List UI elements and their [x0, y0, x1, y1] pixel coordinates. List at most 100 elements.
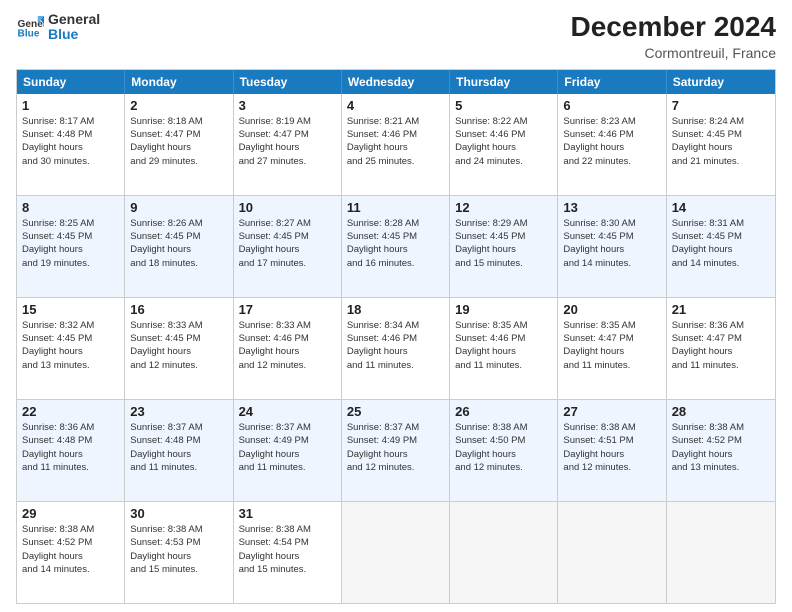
sunrise-text: Sunrise: 8:36 AM [22, 422, 94, 433]
daylight-text: Daylight hours [239, 346, 300, 357]
daylight-text: Daylight hours [455, 449, 516, 460]
calendar-cell: 24Sunrise: 8:37 AMSunset: 4:49 PMDayligh… [234, 400, 342, 501]
daylight-detail: and 21 minutes. [672, 156, 740, 167]
sunrise-text: Sunrise: 8:18 AM [130, 116, 202, 127]
sunset-text: Sunset: 4:54 PM [239, 537, 309, 548]
calendar-cell: 29Sunrise: 8:38 AMSunset: 4:52 PMDayligh… [17, 502, 125, 603]
sunrise-text: Sunrise: 8:38 AM [130, 524, 202, 535]
daylight-detail: and 29 minutes. [130, 156, 198, 167]
calendar-cell: 8Sunrise: 8:25 AMSunset: 4:45 PMDaylight… [17, 196, 125, 297]
sunrise-text: Sunrise: 8:38 AM [563, 422, 635, 433]
logo-icon: General Blue [16, 13, 44, 41]
daylight-detail: and 24 minutes. [455, 156, 523, 167]
day-info: Sunrise: 8:33 AMSunset: 4:45 PMDaylight … [130, 319, 227, 372]
calendar-cell: 26Sunrise: 8:38 AMSunset: 4:50 PMDayligh… [450, 400, 558, 501]
day-of-week-header: Friday [558, 70, 666, 94]
day-number: 28 [672, 404, 770, 419]
sunset-text: Sunset: 4:46 PM [239, 333, 309, 344]
sunset-text: Sunset: 4:47 PM [239, 129, 309, 140]
daylight-detail: and 19 minutes. [22, 258, 90, 269]
daylight-detail: and 13 minutes. [22, 360, 90, 371]
calendar-body: 1Sunrise: 8:17 AMSunset: 4:48 PMDaylight… [17, 94, 775, 603]
day-number: 3 [239, 98, 336, 113]
daylight-text: Daylight hours [130, 551, 191, 562]
day-number: 18 [347, 302, 444, 317]
daylight-detail: and 22 minutes. [563, 156, 631, 167]
daylight-detail: and 27 minutes. [239, 156, 307, 167]
daylight-detail: and 14 minutes. [22, 564, 90, 575]
calendar-cell: 19Sunrise: 8:35 AMSunset: 4:46 PMDayligh… [450, 298, 558, 399]
sunrise-text: Sunrise: 8:21 AM [347, 116, 419, 127]
day-of-week-header: Sunday [17, 70, 125, 94]
day-info: Sunrise: 8:34 AMSunset: 4:46 PMDaylight … [347, 319, 444, 372]
day-number: 14 [672, 200, 770, 215]
day-info: Sunrise: 8:32 AMSunset: 4:45 PMDaylight … [22, 319, 119, 372]
sunset-text: Sunset: 4:45 PM [347, 231, 417, 242]
day-number: 4 [347, 98, 444, 113]
daylight-text: Daylight hours [130, 142, 191, 153]
day-info: Sunrise: 8:35 AMSunset: 4:46 PMDaylight … [455, 319, 552, 372]
daylight-detail: and 16 minutes. [347, 258, 415, 269]
daylight-text: Daylight hours [22, 244, 83, 255]
daylight-detail: and 12 minutes. [347, 462, 415, 473]
header: General Blue General Blue December 2024 … [16, 12, 776, 61]
day-info: Sunrise: 8:18 AMSunset: 4:47 PMDaylight … [130, 115, 227, 168]
day-number: 10 [239, 200, 336, 215]
day-info: Sunrise: 8:38 AMSunset: 4:54 PMDaylight … [239, 523, 336, 576]
day-info: Sunrise: 8:36 AM Sunset: 4:48 PM Daylight … [22, 421, 119, 474]
day-info: Sunrise: 8:30 AMSunset: 4:45 PMDaylight … [563, 217, 660, 270]
calendar-cell: 7Sunrise: 8:24 AMSunset: 4:45 PMDaylight… [667, 94, 775, 195]
day-info: Sunrise: 8:21 AMSunset: 4:46 PMDaylight … [347, 115, 444, 168]
daylight-text: Daylight hours [22, 551, 83, 562]
day-info: Sunrise: 8:35 AMSunset: 4:47 PMDaylight … [563, 319, 660, 372]
daylight-text: Daylight hours [22, 346, 83, 357]
daylight-text: Daylight hours [347, 449, 408, 460]
sunrise-text: Sunrise: 8:32 AM [22, 320, 94, 331]
calendar-cell: 18 Sunrise: 8:34 AMSunset: 4:46 PMDayligh… [342, 298, 450, 399]
sunset-text: Sunset: 4:51 PM [563, 435, 633, 446]
daylight-detail: and 14 minutes. [563, 258, 631, 269]
day-info: Sunrise: 8:26 AMSunset: 4:45 PMDaylight … [130, 217, 227, 270]
calendar-cell: 2 Sunrise: 8:18 AMSunset: 4:47 PMDaylight… [125, 94, 233, 195]
sunset-text: Sunset: 4:45 PM [239, 231, 309, 242]
calendar-cell: 30Sunrise: 8:38 AMSunset: 4:53 PMDayligh… [125, 502, 233, 603]
day-number: 8 [22, 200, 119, 215]
day-number: 2 [130, 98, 227, 113]
sunset-text: Sunset: 4:49 PM [239, 435, 309, 446]
day-number: 6 [563, 98, 660, 113]
calendar-cell [450, 502, 558, 603]
daylight-text: Daylight hours [455, 346, 516, 357]
sunset-text: Sunset: 4:46 PM [347, 333, 417, 344]
day-info: Sunrise: 8:38 AMSunset: 4:50 PMDaylight … [455, 421, 552, 474]
daylight-detail: and 11 minutes. [672, 360, 739, 371]
daylight-text: Daylight hours [563, 449, 624, 460]
sunrise-text: Sunrise: 8:17 AM [22, 116, 94, 127]
sunrise-text: Sunrise: 8:23 AM [563, 116, 635, 127]
calendar-week: 1Sunrise: 8:17 AMSunset: 4:48 PMDaylight… [17, 94, 775, 196]
day-info: Sunrise: 8:37 AMSunset: 4:49 PMDaylight … [347, 421, 444, 474]
day-number: 16 [130, 302, 227, 317]
day-info: Sunrise: 8:38 AMSunset: 4:52 PMDaylight … [22, 523, 119, 576]
sunrise-text: Sunrise: 8:38 AM [239, 524, 311, 535]
sunrise-text: Sunrise: 8:38 AM [455, 422, 527, 433]
daylight-text: Daylight hours [22, 449, 83, 460]
calendar-cell [342, 502, 450, 603]
daylight-detail: and 11 minutes. [455, 360, 522, 371]
sunset-text: Sunset: 4:45 PM [130, 231, 200, 242]
logo-line2: Blue [48, 27, 100, 42]
day-number: 15 [22, 302, 119, 317]
day-info: Sunrise: 8:33 AMSunset: 4:46 PMDaylight … [239, 319, 336, 372]
day-of-week-header: Tuesday [234, 70, 342, 94]
day-number: 7 [672, 98, 770, 113]
day-info: Sunrise: 8:38 AMSunset: 4:53 PMDaylight … [130, 523, 227, 576]
daylight-detail: and 12 minutes. [455, 462, 523, 473]
sunset-text: Sunset: 4:48 PM [22, 435, 92, 446]
sunset-text: Sunset: 4:46 PM [455, 333, 525, 344]
day-number: 24 [239, 404, 336, 419]
daylight-text: Daylight hours [455, 244, 516, 255]
calendar-cell: 14Sunrise: 8:31 AMSunset: 4:45 PMDayligh… [667, 196, 775, 297]
daylight-text: Daylight hours [347, 244, 408, 255]
calendar-cell: 1Sunrise: 8:17 AMSunset: 4:48 PMDaylight… [17, 94, 125, 195]
page: General Blue General Blue December 2024 … [0, 0, 792, 612]
calendar-cell: 5Sunrise: 8:22 AMSunset: 4:46 PMDaylight… [450, 94, 558, 195]
